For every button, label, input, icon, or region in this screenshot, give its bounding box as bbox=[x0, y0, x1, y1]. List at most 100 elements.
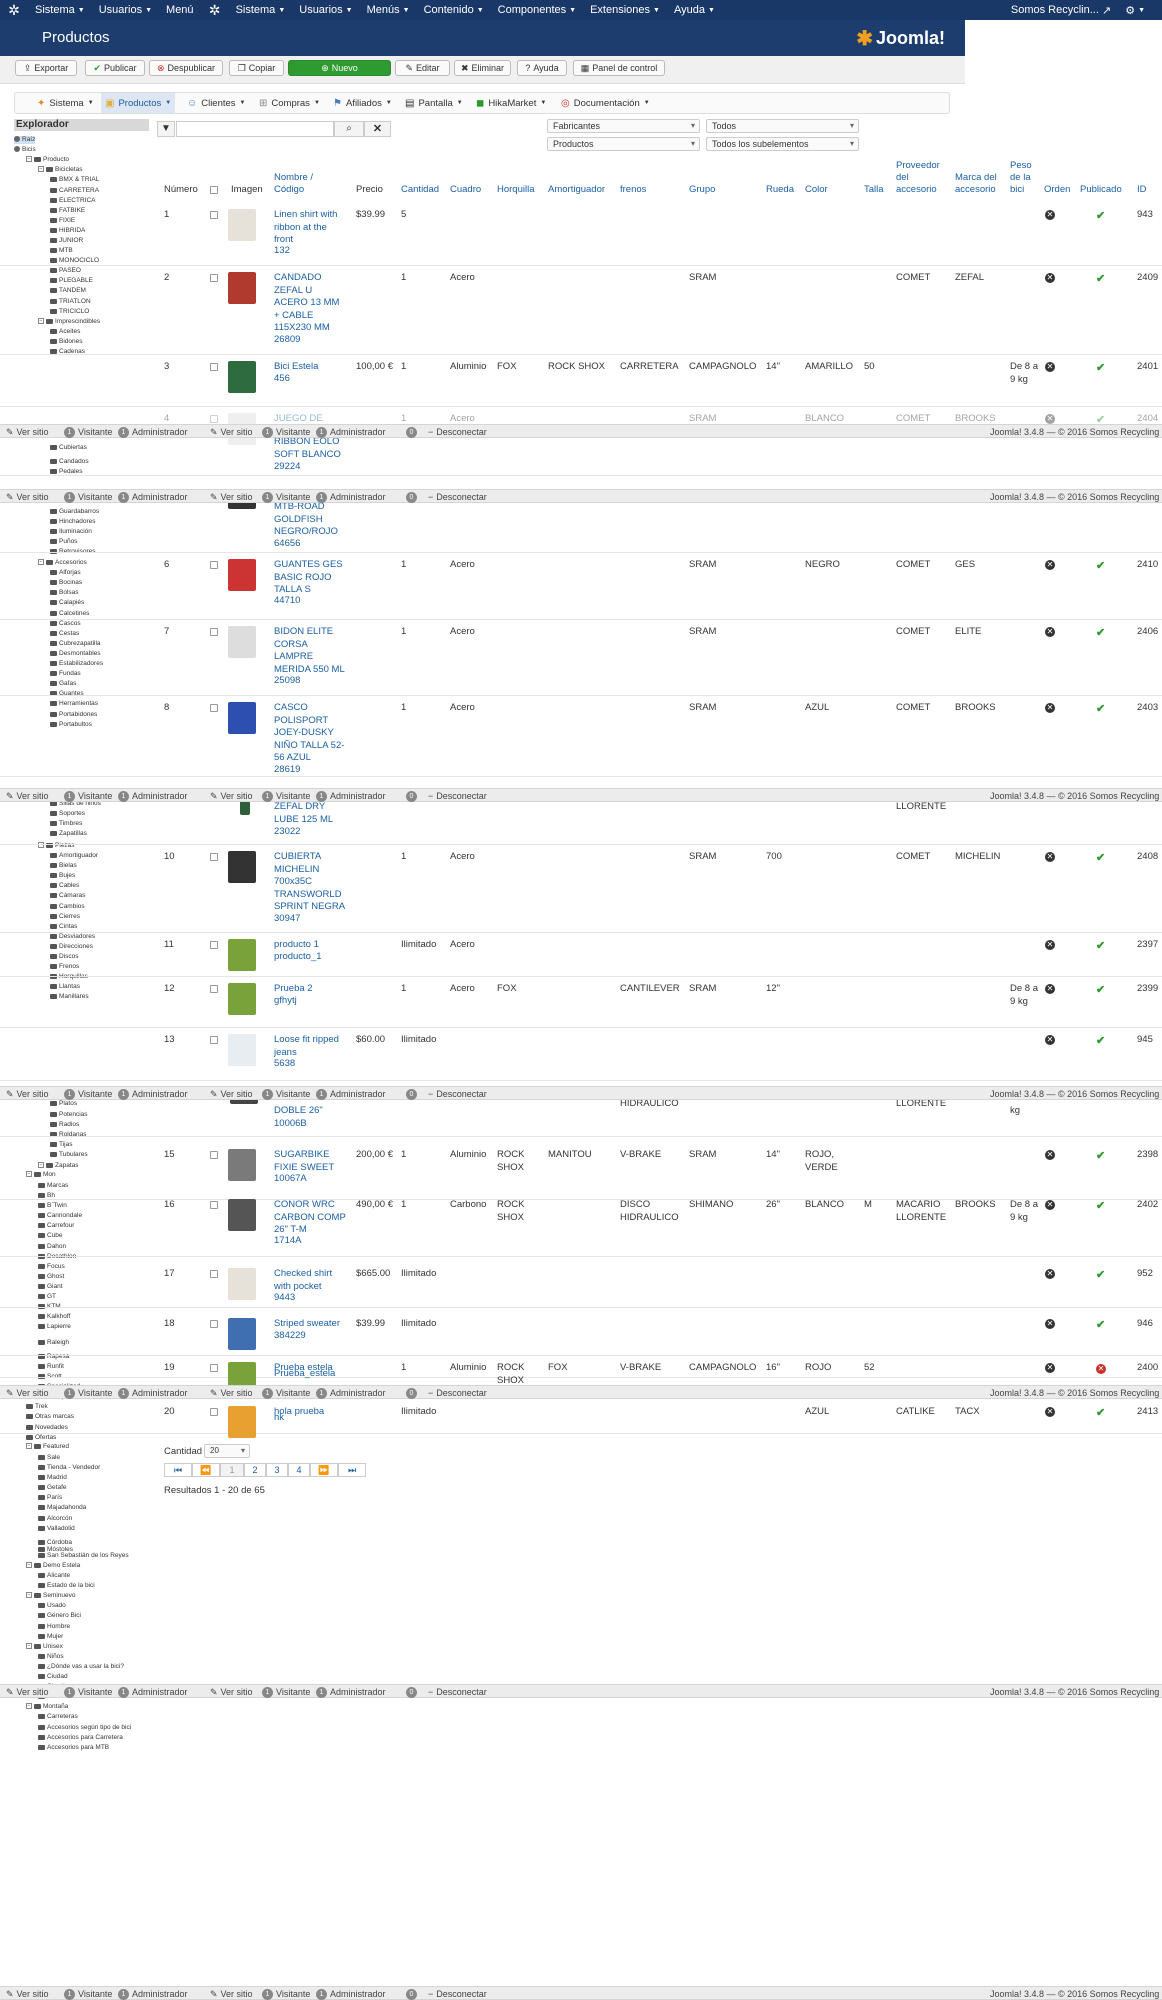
search-input[interactable] bbox=[176, 121, 334, 137]
order-remove-icon[interactable]: ✕ bbox=[1045, 1035, 1055, 1045]
product-name-link[interactable]: CANDADO ZEFAL U ACERO 13 MM + CABLE 115X… bbox=[274, 272, 346, 335]
product-name-link[interactable]: MTB-ROAD GOLDFISH NEGRO/ROJO bbox=[274, 501, 346, 539]
product-code[interactable]: 132 bbox=[274, 245, 346, 258]
tree-toggle-icon[interactable]: − bbox=[26, 1592, 32, 1599]
export-button[interactable]: ⇪ Exportar bbox=[15, 60, 77, 76]
product-code[interactable]: 10067A bbox=[274, 1173, 346, 1186]
messages-count[interactable]: 0 bbox=[406, 1387, 417, 1399]
col-publicado[interactable]: Publicado bbox=[1080, 184, 1122, 196]
logout-link[interactable]: − Desconectar bbox=[428, 426, 487, 438]
product-image[interactable] bbox=[240, 801, 250, 815]
product-image[interactable] bbox=[228, 939, 256, 971]
published-check-icon[interactable]: ✔ bbox=[1096, 209, 1105, 222]
published-check-icon[interactable]: ✔ bbox=[1096, 939, 1105, 952]
order-remove-icon[interactable]: ✕ bbox=[1045, 940, 1055, 950]
product-code[interactable]: producto_1 bbox=[274, 951, 346, 964]
product-name-link[interactable]: CUBIERTA MICHELIN 700x35C TRANSWORLD SPR… bbox=[274, 851, 346, 914]
order-remove-icon[interactable]: ✕ bbox=[1045, 627, 1055, 637]
tree-node[interactable]: San Sebastián de los Reyes bbox=[38, 1552, 129, 1560]
tree-node[interactable]: Tienda - Vendedor bbox=[38, 1464, 100, 1472]
row-checkbox[interactable] bbox=[210, 985, 218, 993]
product-code[interactable]: 44710 bbox=[274, 595, 346, 608]
col-nombre[interactable]: Nombre / Código bbox=[274, 172, 324, 196]
product-name-link[interactable]: DOBLE 26" bbox=[274, 1105, 346, 1118]
product-name-link[interactable]: RIBBON EOLO SOFT BLANCO bbox=[274, 436, 346, 461]
tree-node[interactable]: Alicante bbox=[38, 1572, 70, 1580]
messages-count[interactable]: 0 bbox=[406, 426, 417, 438]
published-check-icon[interactable]: ✔ bbox=[1096, 1318, 1105, 1331]
user-menu[interactable]: ⚙ ▼ bbox=[1118, 0, 1152, 20]
product-image[interactable] bbox=[228, 1406, 256, 1438]
menu-documentacion[interactable]: ◎ Documentación ▼ bbox=[557, 93, 654, 113]
joomla-logo-icon-2[interactable]: ✲ bbox=[201, 0, 229, 20]
col-amortiguador[interactable]: Amortiguador bbox=[548, 184, 605, 196]
row-checkbox[interactable] bbox=[210, 941, 218, 949]
product-name-link[interactable]: Prueba 2 bbox=[274, 983, 346, 996]
product-name-link[interactable]: Checked shirt with pocket bbox=[274, 1268, 346, 1293]
limit-select[interactable]: 20 bbox=[204, 1444, 250, 1458]
last-page-button[interactable]: ⏭ bbox=[338, 1463, 366, 1477]
row-checkbox[interactable] bbox=[210, 1036, 218, 1044]
col-grupo[interactable]: Grupo bbox=[689, 184, 715, 196]
logout-link[interactable]: − Desconectar bbox=[428, 1686, 487, 1698]
logout-link[interactable]: − Desconectar bbox=[428, 1088, 487, 1100]
help-button[interactable]: ? Ayuda bbox=[517, 60, 567, 76]
tree-node[interactable]: Getafe bbox=[38, 1484, 67, 1492]
tree-node[interactable]: Hombre bbox=[38, 1623, 70, 1631]
view-site-link[interactable]: ✎ Ver sitio bbox=[6, 491, 49, 503]
view-site-link-2[interactable]: ✎ Ver sitio bbox=[210, 790, 253, 802]
product-code[interactable]: 64656 bbox=[274, 538, 300, 551]
row-checkbox[interactable] bbox=[210, 274, 218, 282]
nav-usuarios-1[interactable]: Usuarios ▼ bbox=[92, 0, 159, 20]
product-name-link[interactable]: CONOR WRC CARBON COMP 26" T-M bbox=[274, 1199, 346, 1237]
view-site-link-2[interactable]: ✎ Ver sitio bbox=[210, 1088, 253, 1100]
view-site-link[interactable]: ✎ Ver sitio bbox=[6, 1988, 49, 2000]
row-checkbox[interactable] bbox=[210, 415, 218, 423]
logout-link[interactable]: − Desconectar bbox=[428, 1387, 487, 1399]
tree-node[interactable]: Accesorios según tipo de bici bbox=[38, 1724, 131, 1732]
order-remove-icon[interactable]: ✕ bbox=[1045, 1269, 1055, 1279]
product-image[interactable] bbox=[228, 1149, 256, 1181]
view-site-link-2[interactable]: ✎ Ver sitio bbox=[210, 1686, 253, 1698]
tree-node[interactable]: París bbox=[38, 1494, 62, 1502]
page-3-button[interactable]: 3 bbox=[266, 1463, 288, 1477]
product-image[interactable] bbox=[228, 1268, 256, 1300]
col-peso[interactable]: Peso de la bici bbox=[1010, 160, 1038, 196]
edit-button[interactable]: ✎ Editar bbox=[395, 60, 450, 76]
visitors-count-2[interactable]: 1 Visitante bbox=[262, 790, 310, 802]
view-site-link[interactable]: ✎ Ver sitio bbox=[6, 1686, 49, 1698]
visitors-count-2[interactable]: 1 Visitante bbox=[262, 1088, 310, 1100]
product-image[interactable] bbox=[228, 559, 256, 591]
product-name-link[interactable]: Loose fit ripped jeans bbox=[274, 1034, 346, 1059]
product-name-link[interactable]: Striped sweater bbox=[274, 1318, 346, 1331]
logout-link[interactable]: − Desconectar bbox=[428, 790, 487, 802]
tree-node[interactable]: − Seminuevo bbox=[26, 1592, 76, 1600]
product-code[interactable]: 23022 bbox=[274, 826, 300, 839]
row-checkbox[interactable] bbox=[210, 1320, 218, 1328]
product-code[interactable]: 30947 bbox=[274, 913, 346, 926]
published-check-icon[interactable]: ✔ bbox=[1096, 1034, 1105, 1047]
published-check-icon[interactable]: ✔ bbox=[1096, 626, 1105, 639]
visitors-count[interactable]: 1 Visitante bbox=[64, 491, 112, 503]
view-site-link-2[interactable]: ✎ Ver sitio bbox=[210, 426, 253, 438]
nav-menus[interactable]: Menús ▼ bbox=[360, 0, 417, 20]
tree-node[interactable]: Accesorios para Carretera bbox=[38, 1734, 123, 1742]
visitors-count-2[interactable]: 1 Visitante bbox=[262, 1387, 310, 1399]
col-talla[interactable]: Talla bbox=[864, 184, 884, 196]
admins-count[interactable]: 1 Administrador bbox=[118, 1387, 188, 1399]
col-color[interactable]: Color bbox=[805, 184, 828, 196]
tree-node[interactable]: Bicis bbox=[14, 146, 36, 154]
view-site-link-2[interactable]: ✎ Ver sitio bbox=[210, 1988, 253, 2000]
delete-button[interactable]: ✖ Eliminar bbox=[454, 60, 511, 76]
product-code[interactable]: 456 bbox=[274, 373, 346, 386]
nav-ayuda[interactable]: Ayuda ▼ bbox=[667, 0, 722, 20]
published-check-icon[interactable]: ✔ bbox=[1096, 702, 1105, 715]
row-checkbox[interactable] bbox=[210, 1408, 218, 1416]
col-cuadro[interactable]: Cuadro bbox=[450, 184, 481, 196]
publish-button[interactable]: ✔ Publicar bbox=[85, 60, 145, 76]
row-checkbox[interactable] bbox=[210, 628, 218, 636]
row-checkbox[interactable] bbox=[210, 363, 218, 371]
tree-node[interactable]: Raíz bbox=[14, 136, 36, 144]
next-page-button[interactable]: ⏩ bbox=[310, 1463, 338, 1477]
first-page-button[interactable]: ⏮ bbox=[164, 1463, 192, 1477]
